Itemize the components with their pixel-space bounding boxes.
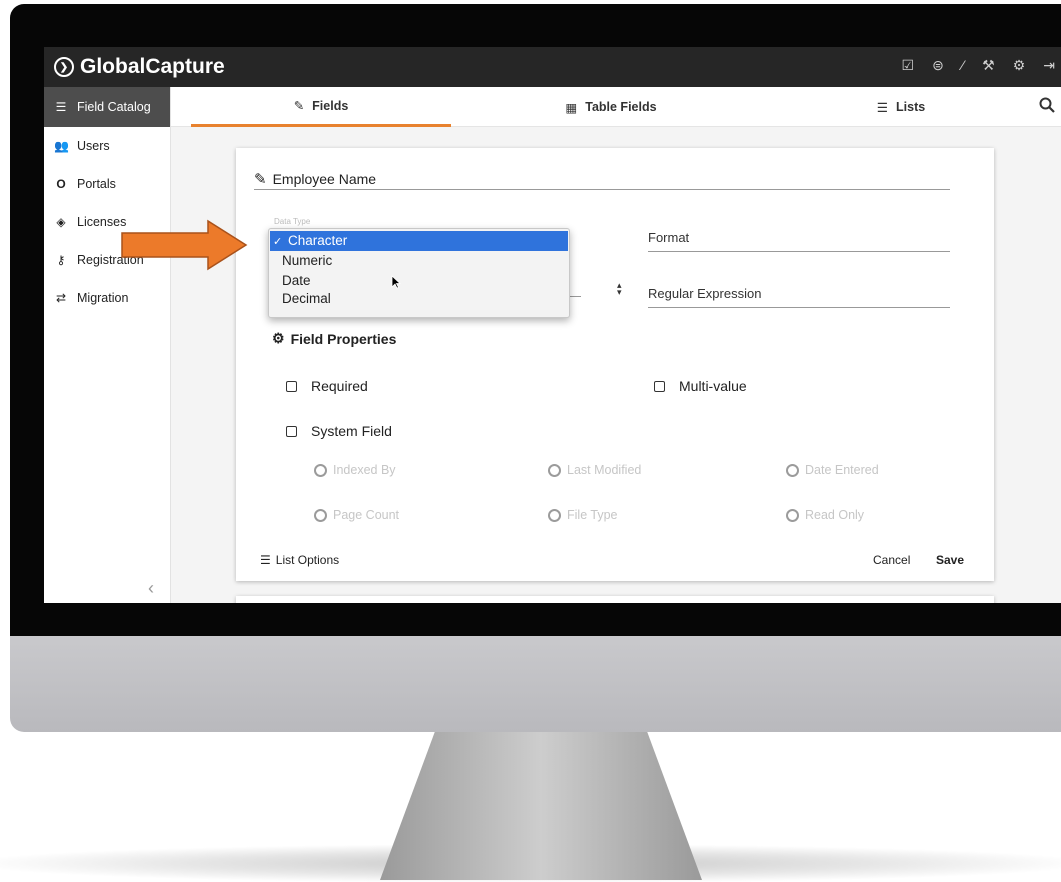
required-checkbox[interactable]: Required [286, 378, 368, 394]
option-label: Character [287, 233, 348, 248]
tab-fields[interactable]: ✎ Fields [191, 87, 451, 127]
checkbox-label: System Field [311, 423, 392, 439]
system-field-checkbox[interactable]: System Field [286, 423, 392, 439]
tab-label: Fields [312, 98, 349, 113]
format-field[interactable]: Format [648, 230, 950, 252]
table-icon: ▦ [565, 100, 578, 115]
pen-icon[interactable]: ⁄ [962, 57, 964, 74]
sidebar-item-field-catalog[interactable]: ☰ Field Catalog [44, 87, 170, 127]
last-modified-radio[interactable]: Last Modified [548, 463, 641, 477]
list-icon: ☰ [260, 553, 271, 567]
checkbox-label: Multi-value [679, 378, 747, 394]
users-icon: 👥 [54, 139, 69, 153]
gear-icon: ⚙ [272, 330, 285, 346]
field-name-value: Employee Name [272, 170, 377, 187]
radio-circle[interactable] [786, 508, 799, 522]
radio-label: Date Entered [805, 463, 879, 477]
checkbox-box[interactable] [286, 380, 297, 392]
tag-icon: ◈ [56, 215, 66, 229]
sidebar-item-portals[interactable]: O Portals [44, 165, 170, 203]
mouse-cursor-icon [391, 275, 401, 289]
date-entered-radio[interactable]: Date Entered [786, 463, 879, 477]
radio-label: Indexed By [333, 463, 396, 477]
sidebar-item-label: Field Catalog [77, 100, 151, 114]
tab-table-fields[interactable]: ▦ Table Fields [481, 87, 741, 127]
gear-icon[interactable]: ⚙ [1013, 57, 1026, 74]
sidebar-item-label: Migration [77, 291, 129, 305]
field-editor-card: ✎ Employee Name Data Type Format Regular… [236, 148, 994, 581]
radio-label: Page Count [333, 508, 400, 522]
sidebar-item-migration[interactable]: ⇄ Migration [44, 279, 170, 317]
sidebar-item-label: Licenses [77, 215, 127, 229]
radio-circle[interactable] [786, 463, 799, 477]
data-type-dropdown[interactable]: ✓ Character Numeric Date Decimal [268, 228, 570, 318]
screen: ❯ GlobalCapture ☑ ⊜ ⁄ ⚒ ⚙ ⇥ ☰ Field Cata… [44, 47, 1061, 603]
scanner-icon[interactable]: ⊜ [932, 57, 944, 74]
brand[interactable]: ❯ GlobalCapture [54, 53, 225, 81]
field-name-input[interactable]: ✎ Employee Name [254, 168, 950, 190]
read-only-radio[interactable]: Read Only [786, 508, 864, 522]
search-icon[interactable] [1039, 97, 1055, 118]
dropdown-option-numeric[interactable]: Numeric [269, 251, 569, 271]
tab-label: Lists [896, 100, 926, 114]
dropdown-option-decimal[interactable]: Decimal [269, 291, 569, 309]
chevron-left-icon[interactable]: ‹ [148, 578, 154, 599]
logo-icon: ❯ [54, 57, 74, 77]
file-type-radio[interactable]: File Type [548, 508, 618, 522]
dropdown-option-character[interactable]: ✓ Character [270, 231, 568, 251]
checkbox-box[interactable] [286, 425, 297, 437]
regex-field[interactable]: Regular Expression [648, 286, 950, 308]
clipboard-check-icon[interactable]: ☑ [902, 57, 915, 74]
key-icon: ⚷ [56, 253, 66, 267]
radio-circle[interactable] [314, 508, 327, 522]
tab-bar: ✎ Fields ▦ Table Fields ☰ Lists [171, 87, 1061, 127]
radio-circle[interactable] [548, 463, 561, 477]
select-arrows-icon[interactable]: ▴ ▾ [617, 281, 622, 297]
exchange-icon: ⇄ [55, 291, 67, 305]
heading-text: Field Properties [290, 330, 397, 347]
list-icon: ☰ [55, 100, 67, 114]
tab-label: Table Fields [585, 100, 657, 114]
indexed-by-radio[interactable]: Indexed By [314, 463, 396, 477]
sidebar-item-users[interactable]: 👥 Users [44, 127, 170, 165]
wrench-icon[interactable]: ⚒ [982, 57, 995, 74]
page-count-radio[interactable]: Page Count [314, 508, 399, 522]
radio-label: Last Modified [567, 463, 642, 477]
list-icon: ☰ [876, 100, 889, 115]
radio-label: File Type [567, 508, 618, 522]
sign-out-icon[interactable]: ⇥ [1043, 57, 1055, 74]
monitor-stand [380, 732, 702, 880]
sidebar: ☰ Field Catalog 👥 Users O Portals ◈ Lice… [44, 87, 171, 603]
checkbox-box[interactable] [654, 380, 665, 392]
checkbox-label: Required [311, 378, 368, 394]
dropdown-option-date[interactable]: Date [269, 271, 569, 291]
radio-circle[interactable] [314, 463, 327, 477]
monitor-chin [10, 636, 1061, 732]
sidebar-item-label: Portals [77, 177, 116, 191]
list-options-button[interactable]: ☰ List Options [260, 553, 339, 567]
brand-name: GlobalCapture [80, 55, 225, 78]
field-properties-heading: ⚙ Field Properties [272, 330, 396, 347]
save-button[interactable]: Save [936, 553, 964, 567]
list-options-label: List Options [275, 553, 340, 567]
data-type-label: Data Type [274, 217, 311, 226]
next-card [236, 596, 994, 603]
sidebar-item-label: Users [77, 139, 110, 153]
callout-arrow-icon [121, 219, 248, 271]
edit-icon: ✎ [254, 170, 267, 188]
multi-value-checkbox[interactable]: Multi-value [654, 378, 747, 394]
top-icons: ☑ ⊜ ⁄ ⚒ ⚙ ⇥ [902, 57, 1056, 74]
portal-icon: O [56, 177, 66, 191]
radio-circle[interactable] [548, 508, 561, 522]
edit-icon: ✎ [293, 99, 305, 113]
tab-lists[interactable]: ☰ Lists [771, 87, 1031, 127]
check-icon: ✓ [273, 236, 283, 248]
cancel-button[interactable]: Cancel [873, 553, 910, 567]
radio-label: Read Only [805, 508, 865, 522]
top-bar: ❯ GlobalCapture ☑ ⊜ ⁄ ⚒ ⚙ ⇥ [44, 47, 1061, 87]
